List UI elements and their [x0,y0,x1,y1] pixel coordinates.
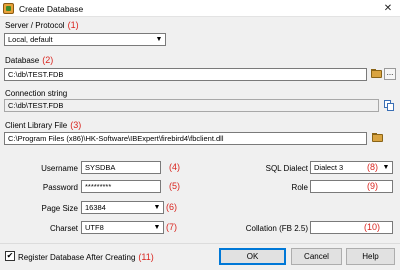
collation-label: Collation (FB 2.5) [245,224,308,233]
folder-open-icon[interactable] [372,133,383,142]
annotation-11: (11) [138,252,154,262]
page-size-label: Page Size [41,204,78,213]
annotation-3: (3) [70,120,82,130]
charset-select[interactable]: UTF8 ▼ [81,221,164,234]
annotation-2: (2) [42,55,54,65]
password-field[interactable]: ********* [81,180,161,193]
client-library-label: Client Library File [5,121,68,130]
client-library-label-group: Client Library File (3) [5,120,81,130]
annotation-10: (10) [364,222,381,232]
annotation-5: (5) [169,181,180,191]
role-field[interactable] [310,180,393,193]
annotation-6: (6) [166,202,177,212]
database-label-group: Database (2) [5,55,53,65]
annotation-9: (9) [367,181,378,191]
register-checkbox[interactable]: ✔ [5,251,15,261]
page-size-select[interactable]: 16384 ▼ [81,201,164,214]
register-label-group: Register Database After Creating (11) [18,252,154,262]
sql-dialect-label: SQL Dialect [265,164,308,173]
annotation-8: (8) [367,162,378,172]
connection-string-label: Connection string [5,89,68,98]
client-library-value: C:\Program Files (x86)\HK-Software\IBExp… [8,134,224,143]
connection-string-value: C:\db\TEST.FDB [8,101,64,110]
charset-value: UTF8 [85,223,104,232]
help-button[interactable]: Help [346,248,395,265]
cancel-button[interactable]: Cancel [291,248,342,265]
username-value: SYSDBA [85,163,116,172]
username-field[interactable]: SYSDBA [81,161,161,174]
password-value: ********* [85,182,112,191]
chevron-down-icon[interactable]: ▼ [381,163,391,173]
ok-button[interactable]: OK [219,248,286,265]
sql-dialect-value: Dialect 3 [314,163,344,172]
annotation-7: (7) [166,222,177,232]
server-protocol-select[interactable]: Local, default ▼ [4,33,166,46]
annotation-4: (4) [169,162,180,172]
server-protocol-label-group: Server / Protocol (1) [5,20,79,30]
chevron-down-icon[interactable]: ▼ [154,35,164,45]
copy-icon[interactable] [384,100,395,111]
connection-string-field[interactable]: C:\db\TEST.FDB [4,99,379,112]
folder-open-icon[interactable] [371,69,382,78]
chevron-down-icon[interactable]: ▼ [152,223,162,233]
close-button[interactable]: ✕ [380,1,396,16]
chevron-down-icon[interactable]: ▼ [152,203,162,213]
sql-dialect-select[interactable]: Dialect 3 ▼ [310,161,393,174]
username-label: Username [41,164,78,173]
charset-label: Charset [49,224,78,233]
window-title: Create Database [19,4,84,14]
collation-field[interactable] [310,221,393,234]
server-protocol-value: Local, default [8,35,53,44]
client-library-field[interactable]: C:\Program Files (x86)\HK-Software\IBExp… [4,132,367,145]
password-label: Password [42,183,78,192]
app-icon [3,3,14,14]
database-field[interactable]: C:\db\TEST.FDB [4,68,367,81]
annotation-1: (1) [67,20,79,30]
database-value: C:\db\TEST.FDB [8,70,64,79]
footer-divider [0,243,400,244]
page-size-value: 16384 [85,203,106,212]
title-bar: Create Database ✕ [0,0,400,17]
database-label: Database [5,56,40,65]
server-protocol-label: Server / Protocol [5,21,65,30]
database-more-button[interactable]: ... [384,68,396,80]
role-label: Role [291,183,308,192]
register-label[interactable]: Register Database After Creating [18,253,135,262]
